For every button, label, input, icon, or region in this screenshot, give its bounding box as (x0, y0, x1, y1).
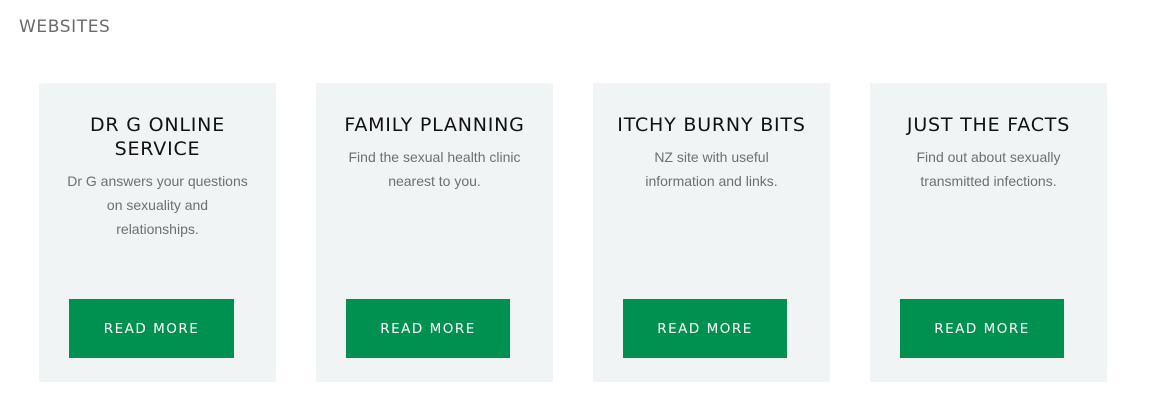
website-card-dr-g: DR G ONLINE SERVICE Dr G answers your qu… (39, 83, 276, 382)
website-card-family-planning: FAMILY PLANNING Find the sexual health c… (316, 83, 553, 382)
card-description: NZ site with useful information and link… (645, 149, 778, 189)
read-more-button[interactable]: READ MORE (346, 299, 510, 358)
website-card-itchy-burny-bits: ITCHY BURNY BITS NZ site with useful inf… (593, 83, 830, 382)
card-title: DR G ONLINE SERVICE (89, 114, 225, 160)
card-description: Find the sexual health clinic nearest to… (348, 149, 521, 189)
card-title: JUST THE FACTS (906, 114, 1071, 136)
read-more-button[interactable]: READ MORE (623, 299, 787, 358)
website-card-just-the-facts: JUST THE FACTS Find out about sexually t… (870, 83, 1107, 382)
card-description: Find out about sexually transmitted infe… (916, 149, 1061, 189)
website-cards: DR G ONLINE SERVICE Dr G answers your qu… (39, 83, 1107, 382)
section-heading: WEBSITES (19, 17, 111, 37)
card-title: ITCHY BURNY BITS (617, 114, 806, 136)
read-more-button[interactable]: READ MORE (900, 299, 1064, 358)
card-description: Dr G answers your questions on sexuality… (67, 173, 248, 237)
card-title: FAMILY PLANNING (344, 114, 525, 136)
read-more-button[interactable]: READ MORE (69, 299, 234, 358)
